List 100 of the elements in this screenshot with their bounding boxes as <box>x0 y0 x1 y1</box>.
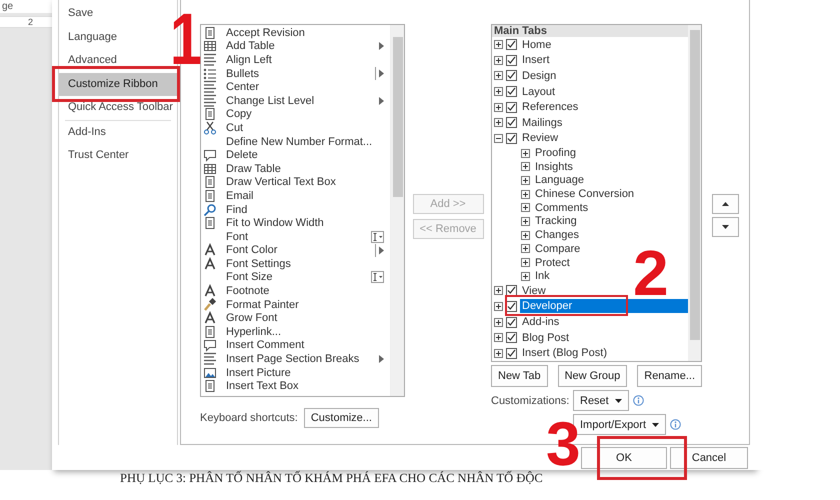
command-item[interactable]: Grow Font <box>201 311 390 326</box>
checkbox[interactable] <box>506 132 517 144</box>
command-item[interactable]: Change List Level <box>201 94 390 108</box>
command-item[interactable]: Center <box>201 80 390 94</box>
ribbon-tab-item[interactable]: Blog Post <box>520 330 572 345</box>
expand-toggle[interactable] <box>494 134 503 143</box>
command-item[interactable]: Font Size <box>201 270 390 284</box>
command-item[interactable]: Insert Picture <box>201 366 390 380</box>
ribbon-tab-item[interactable]: Review <box>520 131 560 146</box>
expand-toggle[interactable] <box>521 190 530 199</box>
ribbon-tab-item[interactable]: Add-ins <box>520 315 562 330</box>
expand-toggle[interactable] <box>494 56 503 65</box>
command-item[interactable]: Format Painter <box>201 298 390 312</box>
expand-toggle[interactable] <box>521 216 530 226</box>
command-item[interactable]: Font Color <box>201 244 390 258</box>
cancel-button[interactable]: Cancel <box>670 447 748 469</box>
expand-toggle[interactable] <box>494 286 503 296</box>
command-item[interactable]: Copy <box>201 108 390 122</box>
command-item[interactable]: Email <box>201 189 390 203</box>
command-item[interactable]: Bullets <box>201 66 390 80</box>
ribbon-tab-item[interactable]: View <box>520 284 548 298</box>
expand-toggle[interactable] <box>494 102 503 112</box>
command-item[interactable]: Cut <box>201 121 390 135</box>
ribbon-tab-item[interactable]: Layout <box>520 84 558 99</box>
category-item[interactable]: Trust Center <box>59 144 177 168</box>
checkbox[interactable] <box>506 300 517 312</box>
checkbox[interactable] <box>506 285 517 296</box>
ribbon-tab-item[interactable]: Compare <box>533 242 582 256</box>
expand-toggle[interactable] <box>494 318 503 327</box>
ribbon-tab-item[interactable]: Changes <box>533 228 582 242</box>
checkbox[interactable] <box>506 348 517 359</box>
new-tab-button[interactable]: New Tab <box>491 365 548 387</box>
ok-button[interactable]: OK <box>581 447 667 469</box>
ribbon-tab-item[interactable]: Comments <box>533 200 590 215</box>
expand-toggle[interactable] <box>521 244 530 254</box>
command-item[interactable]: Add Table <box>201 40 390 54</box>
expand-toggle[interactable] <box>494 302 503 311</box>
category-item[interactable]: Customize Ribbon <box>59 72 177 96</box>
ribbon-tab-item[interactable]: Insights <box>533 160 575 174</box>
command-item[interactable]: Footnote <box>201 284 390 298</box>
expand-toggle[interactable] <box>521 203 530 212</box>
ribbon-tab-item[interactable]: Ink <box>533 269 552 284</box>
expand-toggle[interactable] <box>521 148 530 158</box>
checkbox[interactable] <box>506 54 517 66</box>
reset-button[interactable]: Reset <box>573 390 629 411</box>
category-item[interactable]: Quick Access Toolbar <box>59 96 177 120</box>
command-item[interactable]: Hyperlink... <box>201 325 390 339</box>
expand-toggle[interactable] <box>494 87 503 96</box>
expand-toggle[interactable] <box>494 71 503 80</box>
ribbon-tab-item[interactable]: References <box>520 100 580 114</box>
move-down-button[interactable] <box>712 217 739 237</box>
expand-toggle[interactable] <box>521 230 530 240</box>
command-item[interactable]: Align Left <box>201 53 390 67</box>
command-item[interactable]: Insert Comment <box>201 338 390 352</box>
command-item[interactable]: Draw Vertical Text Box <box>201 176 390 190</box>
checkbox[interactable] <box>506 86 517 98</box>
scrollbar[interactable] <box>688 25 701 361</box>
submenu-arrow-icon <box>379 96 384 105</box>
command-item[interactable]: Accept Revision <box>201 26 390 40</box>
checkbox[interactable] <box>506 70 517 82</box>
scrollbar[interactable] <box>390 25 404 396</box>
command-item[interactable]: Draw Table <box>201 162 390 176</box>
checkbox[interactable] <box>506 102 517 113</box>
expand-toggle[interactable] <box>494 348 503 358</box>
ribbon-tab-item[interactable]: Developer <box>520 299 688 314</box>
expand-toggle[interactable] <box>494 40 503 50</box>
checkbox[interactable] <box>506 117 517 128</box>
move-up-button[interactable] <box>712 194 739 214</box>
expand-toggle[interactable] <box>521 176 530 185</box>
expand-toggle[interactable] <box>521 162 530 172</box>
ribbon-tab-item[interactable]: Home <box>520 38 554 52</box>
new-group-button[interactable]: New Group <box>558 365 628 387</box>
ribbon-tab-item[interactable]: Insert (Blog Post) <box>520 346 609 360</box>
ribbon-tab-item[interactable]: Protect <box>533 256 572 270</box>
command-item[interactable]: Font <box>201 230 390 244</box>
ribbon-tab-item[interactable]: Chinese Conversion <box>533 187 636 202</box>
ribbon-tab-item[interactable]: Mailings <box>520 116 564 130</box>
checkbox[interactable] <box>506 39 517 50</box>
ribbon-tab-item[interactable]: Language <box>533 173 586 188</box>
command-item[interactable]: Insert Text Box <box>201 379 390 394</box>
rename-button[interactable]: Rename... <box>637 365 702 387</box>
ribbon-tab-item[interactable]: Tracking <box>533 214 579 228</box>
command-item[interactable]: Delete <box>201 148 390 162</box>
command-item[interactable]: Fit to Window Width <box>201 216 390 230</box>
ribbon-tab-item[interactable]: Insert <box>520 53 552 68</box>
expand-toggle[interactable] <box>494 333 503 342</box>
checkbox[interactable] <box>506 332 517 344</box>
expand-toggle[interactable] <box>521 272 530 281</box>
checkbox[interactable] <box>506 316 517 328</box>
customize-button[interactable]: Customize... <box>304 408 379 428</box>
ribbon-tab-item[interactable]: Proofing <box>533 146 578 160</box>
command-item[interactable]: Font Settings <box>201 257 390 271</box>
command-item[interactable]: Define New Number Format... <box>201 134 390 148</box>
command-item[interactable]: Find <box>201 202 390 216</box>
document-icon <box>203 175 217 190</box>
expand-toggle[interactable] <box>494 118 503 128</box>
category-item[interactable]: Add-Ins <box>59 120 177 144</box>
ribbon-tab-item[interactable]: Design <box>520 68 558 83</box>
command-item[interactable]: Insert Page Section Breaks <box>201 352 390 366</box>
expand-toggle[interactable] <box>521 258 530 267</box>
